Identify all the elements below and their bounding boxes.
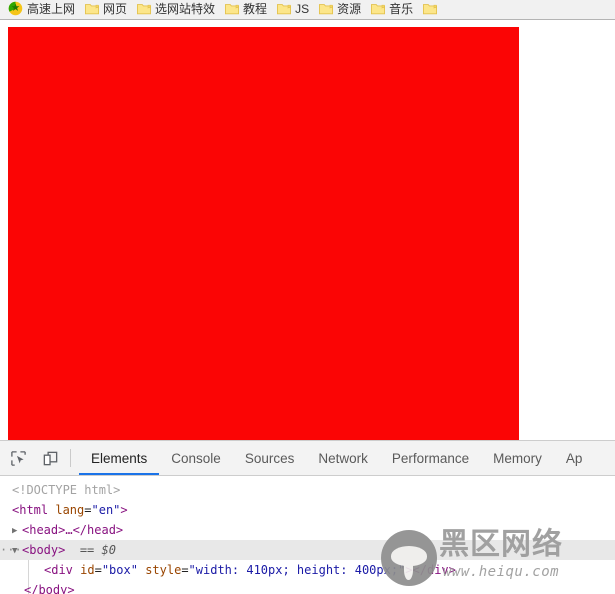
- bookmark-label-1: 网页: [103, 1, 128, 16]
- body-selection-marker: == $0: [79, 543, 116, 557]
- bookmark-label-6: 音乐: [389, 1, 414, 16]
- bookmark-label-5: 资源: [337, 1, 362, 16]
- chevron-right-icon[interactable]: ▶: [12, 521, 22, 541]
- div-open-tag: <div: [44, 563, 73, 577]
- html-lang-attr: lang: [55, 503, 85, 517]
- folder-icon: [319, 4, 334, 15]
- tab-sources-label: Sources: [244, 450, 295, 466]
- tab-performance-label: Performance: [391, 450, 470, 466]
- div-id-attr: id: [80, 563, 95, 577]
- folder-icon: [423, 4, 438, 15]
- inspect-element-button[interactable]: [4, 445, 32, 471]
- devtools-tab-strip: Elements Console Sources Network Perform…: [79, 441, 594, 475]
- doctype-text: <!DOCTYPE html>: [12, 483, 121, 497]
- globe-favicon: [8, 1, 23, 16]
- bookmark-label-4: JS: [295, 1, 310, 16]
- folder-icon: [225, 4, 240, 15]
- device-toolbar-button[interactable]: [36, 445, 64, 471]
- tab-console[interactable]: Console: [159, 441, 233, 475]
- bookmark-item-2[interactable]: 选网站特效: [135, 1, 221, 19]
- head-collapsed-text: <head>…</head>: [22, 523, 124, 537]
- tab-network-label: Network: [318, 450, 368, 466]
- tab-elements-label: Elements: [91, 450, 148, 466]
- tab-memory-label: Memory: [493, 450, 542, 466]
- tab-application[interactable]: Ap: [554, 441, 595, 475]
- bookmark-item-4[interactable]: JS: [275, 1, 315, 19]
- html-lang-value: "en": [91, 503, 121, 517]
- bookmark-item-7[interactable]: [421, 1, 447, 19]
- tab-application-label: Ap: [565, 450, 583, 466]
- div-style-value: "width: 410px; height: 400px;": [188, 563, 406, 577]
- toolbar-divider: [70, 449, 71, 467]
- div-style-attr: style: [145, 563, 182, 577]
- page-viewport: [0, 21, 615, 440]
- tree-row-body-end[interactable]: </body>: [0, 580, 615, 594]
- bookmark-item-0[interactable]: 高速上网: [6, 1, 81, 19]
- folder-icon: [137, 4, 152, 15]
- bookmark-label-0: 高速上网: [27, 1, 76, 16]
- tab-network[interactable]: Network: [306, 441, 380, 475]
- device-toolbar-icon: [43, 451, 57, 465]
- tab-console-label: Console: [171, 450, 221, 466]
- html-open-tag: <html: [12, 503, 49, 517]
- folder-icon: [371, 4, 386, 15]
- tree-row-body[interactable]: ··· ▼ <body> == $0: [0, 540, 615, 560]
- html-open-tag-close: >: [120, 503, 128, 517]
- tree-row-head[interactable]: ▶ <head>…</head>: [0, 520, 615, 540]
- tab-sources[interactable]: Sources: [233, 441, 307, 475]
- tree-row-doctype[interactable]: <!DOCTYPE html>: [0, 480, 615, 500]
- folder-icon: [85, 4, 100, 15]
- bookmark-item-3[interactable]: 教程: [223, 1, 273, 19]
- tree-row-html[interactable]: <html lang="en">: [0, 500, 615, 520]
- div-id-value: "box": [101, 563, 138, 577]
- chevron-down-icon[interactable]: ▼: [12, 541, 22, 561]
- bookmarks-bar: 高速上网 网页 选网站特效 教程 JS 资源 音乐: [0, 0, 615, 20]
- inspect-element-icon: [10, 450, 26, 466]
- bookmark-item-6[interactable]: 音乐: [369, 1, 419, 19]
- elements-tree: <!DOCTYPE html> <html lang="en"> ▶ <head>…: [0, 476, 615, 594]
- red-box-element[interactable]: [8, 27, 519, 440]
- folder-icon: [277, 4, 292, 15]
- tab-memory[interactable]: Memory: [481, 441, 554, 475]
- bookmark-item-5[interactable]: 资源: [317, 1, 367, 19]
- tree-row-div-box[interactable]: <div id="box" style="width: 410px; heigh…: [0, 560, 615, 594]
- devtools-panel: Elements Console Sources Network Perform…: [0, 440, 615, 594]
- devtools-toolbar: Elements Console Sources Network Perform…: [0, 441, 615, 476]
- tab-performance[interactable]: Performance: [380, 441, 481, 475]
- tree-row-ellipsis: ···: [0, 543, 22, 557]
- tab-elements[interactable]: Elements: [79, 441, 160, 475]
- bookmark-item-1[interactable]: 网页: [83, 1, 133, 19]
- body-close-tag: </body>: [24, 583, 75, 594]
- bookmark-label-2: 选网站特效: [155, 1, 216, 16]
- bookmark-label-3: 教程: [243, 1, 268, 16]
- div-close-tag: ></div>: [405, 563, 456, 577]
- body-open-tag: <body>: [22, 543, 66, 557]
